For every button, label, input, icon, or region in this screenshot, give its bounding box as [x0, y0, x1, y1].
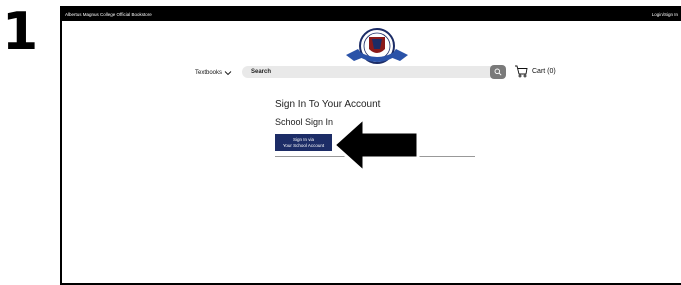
- login-link[interactable]: Login/Sign In: [652, 12, 678, 17]
- school-signin-button[interactable]: Sign In via Your School Account: [275, 134, 332, 151]
- arrow-pointer-icon: [332, 116, 420, 174]
- cart-label: Cart (0): [532, 68, 556, 75]
- nav-textbooks[interactable]: Textbooks: [195, 70, 232, 76]
- step-number: 1: [2, 2, 39, 62]
- cart-icon: [515, 65, 528, 78]
- top-bar: Albertus Magnus College Official Booksto…: [62, 8, 681, 21]
- search-placeholder: Search: [251, 69, 272, 75]
- signin-title: Sign In To Your Account: [275, 99, 381, 110]
- chevron-down-icon: [224, 71, 232, 76]
- signin-button-line2: Your School Account: [282, 142, 325, 148]
- store-name: Albertus Magnus College Official Booksto…: [65, 12, 152, 17]
- cart-link[interactable]: Cart (0): [514, 65, 556, 78]
- browser-screen: Albertus Magnus College Official Booksto…: [60, 6, 681, 285]
- search-icon: [494, 68, 502, 76]
- college-seal-icon[interactable]: [342, 25, 412, 69]
- school-signin-heading: School Sign In: [275, 117, 334, 127]
- nav-textbooks-label: Textbooks: [195, 70, 223, 76]
- search-button[interactable]: [490, 65, 506, 79]
- search-input[interactable]: Search: [242, 66, 504, 78]
